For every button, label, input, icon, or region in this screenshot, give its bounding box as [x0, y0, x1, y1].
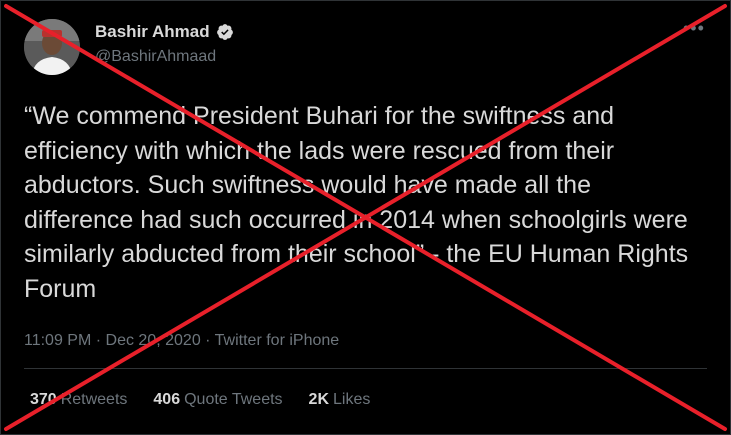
- tweet-meta: 11:09 PM · Dec 20, 2020 · Twitter for iP…: [24, 332, 339, 350]
- avatar-image: [24, 19, 80, 75]
- meta-separator: ·: [95, 332, 106, 349]
- likes-stat[interactable]: 2K Likes: [309, 391, 371, 409]
- quotes-count: 406: [153, 391, 181, 408]
- tweet-source[interactable]: Twitter for iPhone: [215, 332, 340, 349]
- tweet-card: Bashir Ahmad @BashirAhmaad ••• “We comme…: [0, 0, 731, 435]
- verified-badge-icon: [216, 24, 233, 40]
- tweet-text: “We commend President Buhari for the swi…: [24, 102, 689, 303]
- tweet-date[interactable]: Dec 20, 2020: [106, 332, 201, 349]
- author-name[interactable]: Bashir Ahmad: [95, 22, 234, 42]
- avatar[interactable]: [24, 19, 80, 75]
- likes-label: Likes: [333, 391, 371, 408]
- divider: [24, 368, 707, 369]
- likes-count: 2K: [308, 391, 329, 408]
- retweets-count: 370: [30, 391, 57, 408]
- quote-tweets-stat[interactable]: 406 Quote Tweets: [153, 391, 282, 409]
- tweet-time[interactable]: 11:09 PM: [24, 332, 91, 349]
- quotes-label: Quote Tweets: [184, 391, 283, 408]
- more-options-icon[interactable]: •••: [683, 19, 705, 39]
- retweets-label: Retweets: [60, 391, 128, 408]
- tweet-stats: 370 Retweets 406 Quote Tweets 2K Likes: [30, 391, 370, 409]
- author-name-text: Bashir Ahmad: [95, 22, 210, 41]
- meta-separator: ·: [205, 332, 215, 349]
- retweets-stat[interactable]: 370 Retweets: [30, 391, 127, 409]
- author-handle[interactable]: @BashirAhmaad: [95, 48, 216, 66]
